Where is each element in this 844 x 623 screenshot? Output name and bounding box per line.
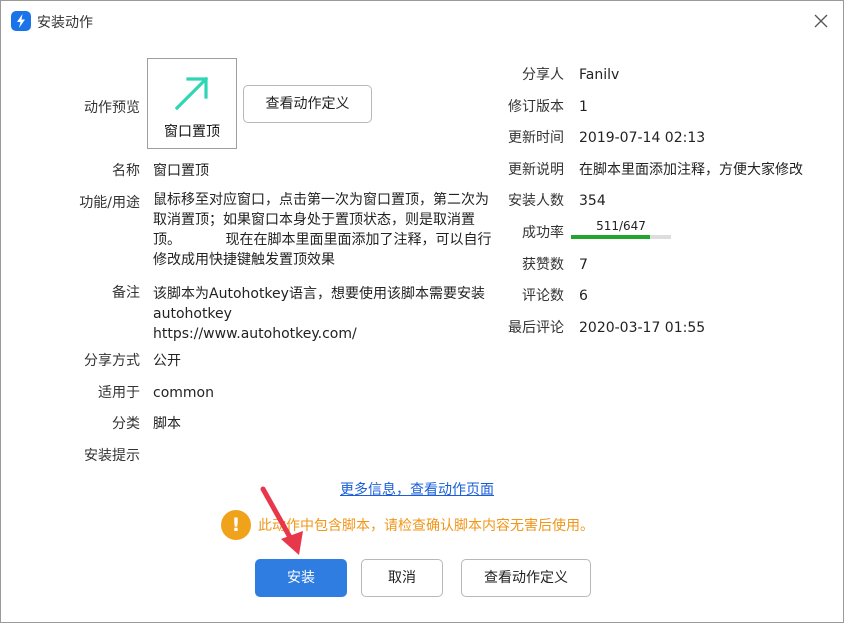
preview-label: 动作预览 — [84, 100, 140, 116]
success-rate-track — [571, 235, 671, 239]
app-logo-icon — [11, 11, 31, 31]
remark-value: 该脚本为Autohotkey语言，想要使用该脚本需要安装autohotkey h… — [153, 286, 485, 342]
last-comment-label: 最后评论 — [508, 320, 564, 336]
warning-icon-glyph: ! — [231, 514, 241, 536]
arrow-up-right-icon — [174, 76, 209, 111]
applies-to-label: 适用于 — [98, 385, 140, 401]
install-action-dialog: 安装动作 动作预览 窗口置顶 查看动作定义 名称 窗口置顶 功能/用途 鼠标移至… — [0, 0, 844, 623]
comments-label: 评论数 — [522, 288, 564, 304]
close-button[interactable] — [809, 9, 833, 33]
revision-label: 修订版本 — [508, 99, 564, 115]
share-mode-label: 分享方式 — [84, 353, 140, 369]
last-comment-value: 2020-03-17 01:55 — [579, 320, 706, 336]
sharer-label: 分享人 — [522, 67, 564, 83]
share-mode-value: 公开 — [153, 353, 181, 369]
update-notes-value: 在脚本里面添加注释，方便大家修改 — [579, 162, 803, 178]
name-value: 窗口置顶 — [153, 163, 209, 179]
annotation-arrow-icon — [260, 486, 303, 555]
warning-icon: ! — [221, 510, 251, 540]
purpose-label: 功能/用途 — [79, 195, 140, 211]
installs-value: 354 — [579, 193, 606, 209]
update-notes-label: 更新说明 — [508, 162, 564, 178]
action-preview-card: 窗口置顶 — [147, 58, 237, 149]
install-hint-label: 安装提示 — [84, 448, 140, 464]
window-title: 安装动作 — [37, 15, 93, 31]
category-label: 分类 — [112, 416, 140, 432]
view-definition-button-top[interactable]: 查看动作定义 — [243, 85, 372, 123]
likes-label: 获赞数 — [522, 257, 564, 273]
success-rate-label: 成功率 — [522, 225, 564, 241]
remark-label: 备注 — [112, 285, 140, 301]
name-label: 名称 — [112, 163, 140, 179]
applies-to-value: common — [153, 385, 214, 401]
title-bar: 安装动作 — [1, 1, 843, 41]
category-value: 脚本 — [153, 416, 181, 432]
more-info-link[interactable]: 更多信息，查看动作页面 — [340, 479, 494, 499]
view-definition-button[interactable]: 查看动作定义 — [461, 559, 591, 597]
success-rate-fill — [571, 235, 650, 239]
cancel-button[interactable]: 取消 — [361, 559, 443, 597]
success-rate-text: 511/647 — [596, 219, 646, 233]
updated-value: 2019-07-14 02:13 — [579, 130, 706, 146]
sharer-value: Fanilv — [579, 67, 620, 83]
install-button[interactable]: 安装 — [255, 559, 347, 597]
installs-label: 安装人数 — [508, 193, 564, 209]
purpose-value: 鼠标移至对应窗口，点击第一次为窗口置顶，第二次为取消置顶；如果窗口本身处于置顶状… — [153, 192, 492, 268]
comments-value: 6 — [579, 288, 588, 304]
preview-action-name: 窗口置顶 — [164, 124, 220, 140]
success-rate-progress: 511/647 — [571, 218, 673, 239]
likes-value: 7 — [579, 257, 588, 273]
updated-label: 更新时间 — [508, 130, 564, 146]
close-icon — [814, 14, 828, 28]
revision-value: 1 — [579, 99, 588, 115]
